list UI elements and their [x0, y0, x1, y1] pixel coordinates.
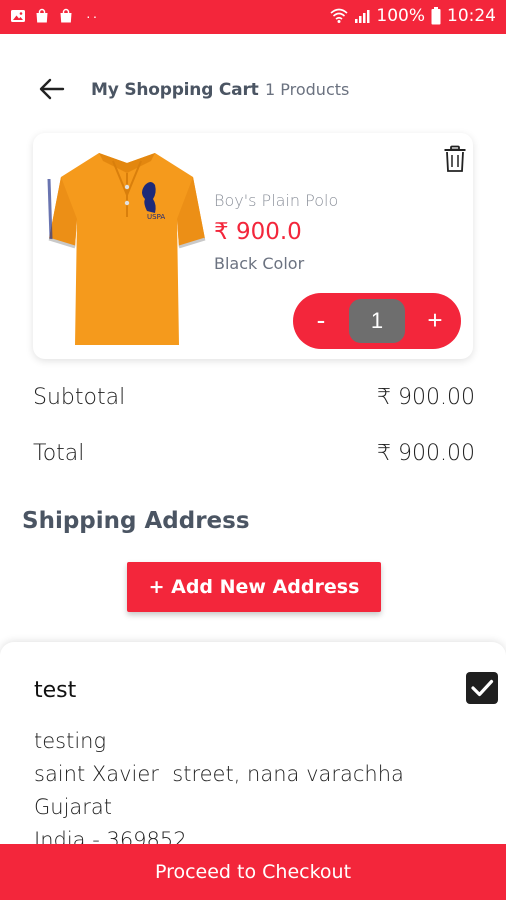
page-header: My Shopping Cart 1 Products [0, 64, 506, 114]
total-value: ₹ 900.00 [377, 441, 475, 466]
subtotal-row: Subtotal ₹ 900.00 [33, 385, 475, 415]
total-label: Total [33, 441, 85, 466]
quantity-value: 1 [349, 299, 405, 343]
total-row: Total ₹ 900.00 [33, 441, 475, 471]
address-line-2: saint Xavier street, nana varachha [34, 762, 404, 786]
add-new-address-button[interactable]: + Add New Address [127, 562, 381, 612]
product-name: Boy's Plain Polo [214, 191, 339, 210]
battery-icon [431, 7, 441, 25]
shopping-bag-icon [36, 8, 48, 23]
signal-icon [355, 10, 370, 23]
product-count: 1 Products [265, 80, 350, 99]
notification-icons: ·· [10, 8, 99, 24]
back-button[interactable] [36, 74, 68, 104]
status-bar: ·· 100% 10:24 [0, 0, 506, 34]
system-indicators: 100% 10:24 [330, 6, 496, 26]
product-color: Black Color [214, 254, 305, 273]
clock: 10:24 [447, 6, 496, 26]
svg-text:USPA: USPA [147, 213, 165, 221]
trash-icon [444, 145, 466, 172]
shipping-address-title: Shipping Address [22, 508, 250, 534]
cart-item-card: USPA Boy's Plain Polo ₹ 900.0 Black Colo… [33, 133, 473, 359]
checkmark-icon [471, 679, 494, 697]
quantity-stepper: - 1 + [293, 293, 461, 349]
cart-screen: ·· 100% 10:24 My Shopping Cart 1 Product… [0, 0, 506, 900]
image-icon [11, 10, 25, 22]
delete-item-button[interactable] [443, 145, 467, 173]
battery-percent: 100% [376, 6, 425, 26]
address-name: test [34, 678, 77, 703]
address-select-checkbox[interactable] [466, 672, 498, 704]
arrow-left-icon [39, 78, 65, 100]
decrease-quantity-button[interactable]: - [303, 303, 339, 339]
product-image[interactable]: USPA [47, 147, 207, 347]
product-price: ₹ 900.0 [214, 219, 302, 245]
subtotal-value: ₹ 900.00 [377, 385, 475, 410]
proceed-to-checkout-button[interactable]: Proceed to Checkout [0, 844, 506, 900]
increase-quantity-button[interactable]: + [417, 303, 453, 339]
address-line-1: testing [34, 729, 107, 753]
more-notifications-dots: ·· [86, 8, 100, 24]
subtotal-label: Subtotal [33, 385, 126, 410]
wifi-icon [330, 8, 348, 23]
address-line-3: Gujarat [34, 795, 113, 819]
page-title: My Shopping Cart [91, 80, 259, 100]
shopping-bag-icon [60, 8, 72, 23]
